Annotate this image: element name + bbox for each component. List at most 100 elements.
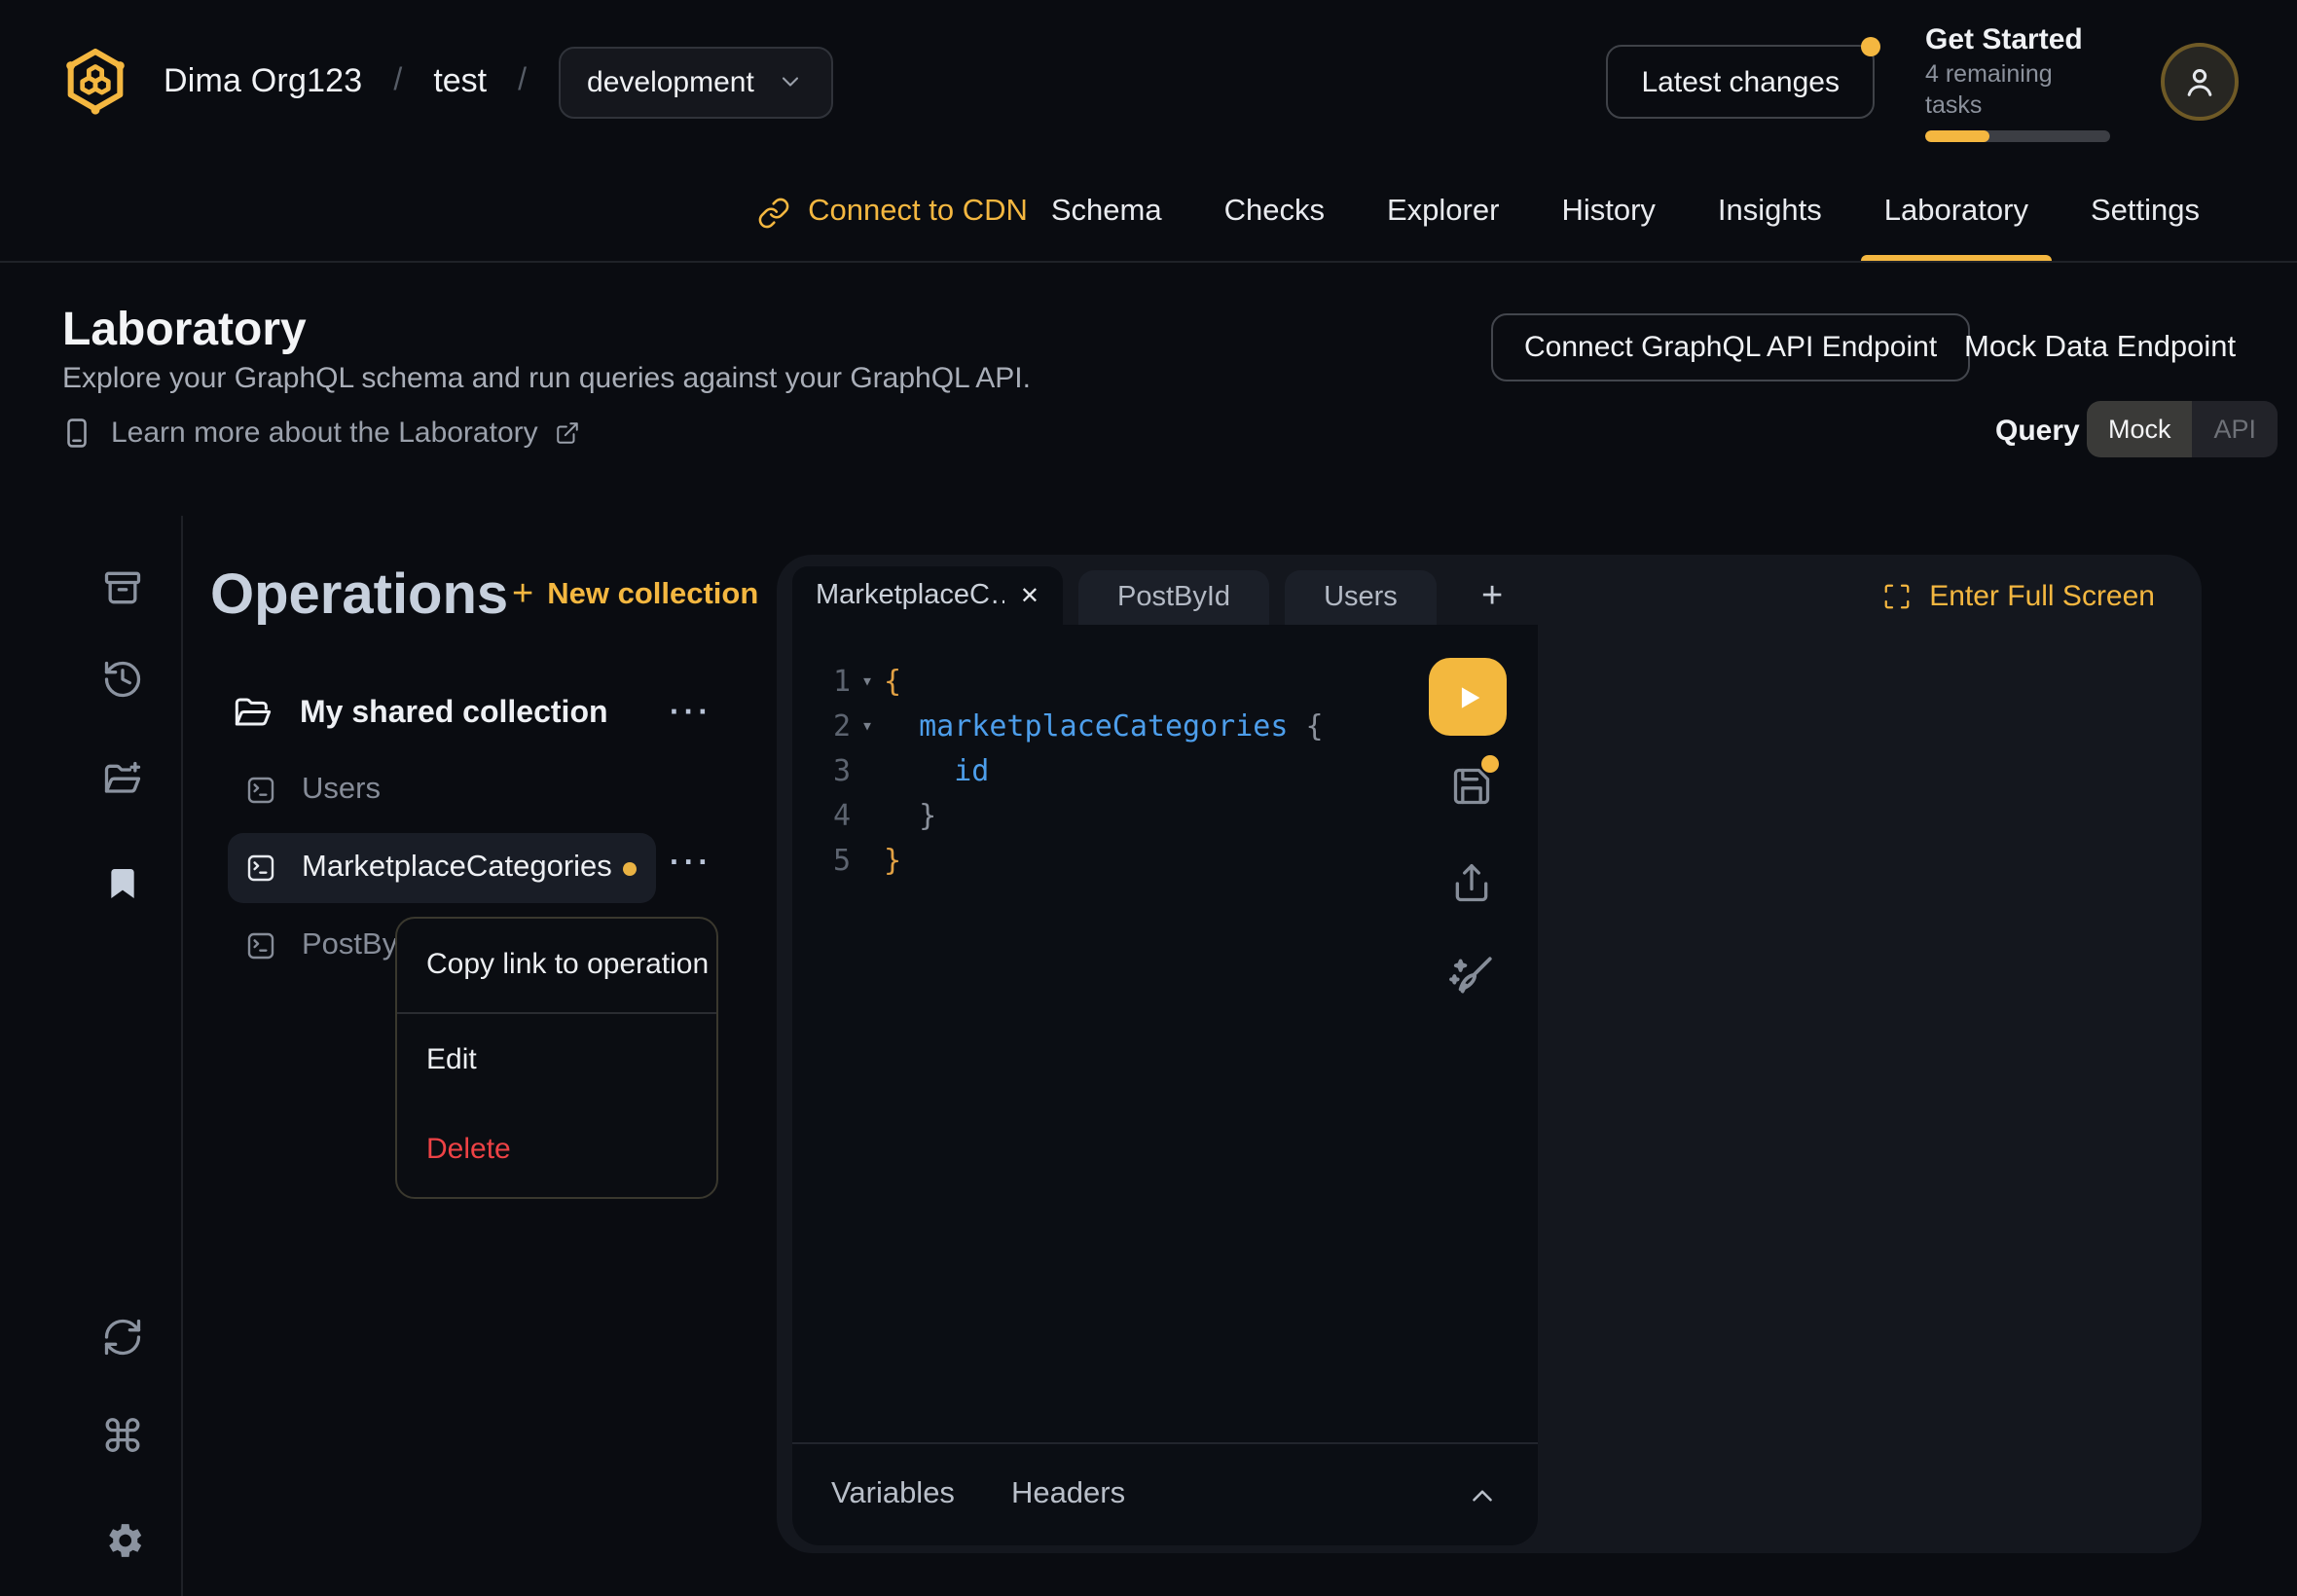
nav-tab-settings[interactable]: Settings	[2067, 163, 2223, 261]
top-bar: Dima Org123 / test / development Latest …	[0, 0, 2297, 163]
operation-more-options[interactable]: ···	[670, 843, 712, 886]
book-icon	[60, 417, 93, 450]
query-editor: 1 ▾ { 2 ▾ marketplaceCategories { 3 id 4	[792, 625, 1538, 1545]
operation-row-marketplacecategories[interactable]: MarketplaceCategories ···	[228, 833, 656, 903]
line-number: 1	[792, 660, 851, 705]
line-number: 4	[792, 794, 851, 839]
share-operation-button[interactable]	[1450, 862, 1493, 905]
context-menu-item[interactable]: Delete	[397, 1127, 716, 1174]
close-icon[interactable]: ✕	[1020, 582, 1039, 609]
editor-tab-postbyid[interactable]: PostById	[1078, 570, 1269, 625]
query-label: Query	[1995, 415, 2080, 448]
fullscreen-icon	[1882, 582, 1912, 611]
connect-graphql-endpoint-button[interactable]: Connect GraphQL API Endpoint	[1491, 313, 1970, 381]
plus-icon: +	[512, 576, 533, 615]
connect-to-cdn-link[interactable]: Connect to CDN	[757, 163, 1028, 261]
code-line: 1 ▾ {	[792, 660, 1538, 705]
query-mode-option[interactable]: API	[2193, 401, 2279, 457]
unsaved-changes-dot	[1481, 755, 1499, 773]
collection-header[interactable]: My shared collection	[234, 693, 608, 736]
notification-dot	[1861, 37, 1880, 56]
run-query-button[interactable]	[1429, 658, 1507, 736]
mock-data-endpoint-button[interactable]: Mock Data Endpoint	[1964, 331, 2236, 366]
prettify-icon[interactable]	[1446, 952, 1495, 1000]
code-line: 4 }	[792, 794, 1538, 839]
context-menu-item[interactable]: Edit	[397, 1037, 716, 1084]
command-shortcuts-icon[interactable]: ⌘	[99, 1415, 146, 1462]
app: Dima Org123 / test / development Latest …	[0, 0, 2297, 1596]
code-editor-area[interactable]: 1 ▾ { 2 ▾ marketplaceCategories { 3 id 4	[792, 625, 1538, 884]
get-started-title: Get Started	[1925, 22, 2110, 57]
editor-bottom-bar: Variables Headers	[792, 1442, 1538, 1545]
learn-more-link[interactable]: Learn more about the Laboratory	[60, 417, 581, 450]
hive-logo-icon[interactable]	[58, 45, 132, 119]
history-icon[interactable]	[99, 656, 146, 703]
get-started-progress	[1925, 129, 2110, 141]
target-selector-value: development	[587, 65, 754, 98]
query-mode-toggle: MockAPI	[2087, 401, 2278, 457]
code-line: 5 }	[792, 839, 1538, 884]
nav-tab-insights[interactable]: Insights	[1695, 163, 1845, 261]
folder-open-icon	[234, 695, 273, 734]
context-menu-item[interactable]: Copy link to operation	[397, 942, 716, 989]
target-selector[interactable]: development	[558, 46, 834, 118]
code-line: 2 ▾ marketplaceCategories {	[792, 705, 1538, 749]
fold-arrow-icon[interactable]	[851, 794, 884, 839]
get-started-progress-fill	[1925, 129, 1990, 141]
operation-archive-icon[interactable]	[99, 564, 146, 611]
fold-arrow-icon[interactable]: ▾	[851, 660, 884, 705]
editor-bottom-tab-headers[interactable]: Headers	[1011, 1477, 1125, 1512]
line-number: 2	[792, 705, 851, 749]
editor-bottom-tab-variables[interactable]: Variables	[831, 1477, 955, 1512]
line-number: 3	[792, 749, 851, 794]
nav-tab-schema[interactable]: Schema	[1028, 163, 1185, 261]
breadcrumb-project[interactable]: test	[433, 62, 487, 101]
unsaved-changes-dot	[623, 861, 637, 875]
new-tab-button[interactable]: +	[1481, 570, 1503, 625]
editor-tab-users[interactable]: Users	[1285, 570, 1437, 625]
get-started-widget[interactable]: Get Started 4 remaining tasks	[1925, 22, 2110, 141]
nav-tab-checks[interactable]: Checks	[1201, 163, 1348, 261]
new-collection-folder-icon[interactable]	[99, 757, 146, 804]
fold-arrow-icon[interactable]	[851, 749, 884, 794]
fold-arrow-icon[interactable]	[851, 839, 884, 884]
nav-tab-history[interactable]: History	[1538, 163, 1678, 261]
play-icon	[1451, 680, 1484, 713]
breadcrumb-separator: /	[393, 64, 402, 99]
bookmark-icon[interactable]	[99, 860, 146, 907]
enter-fullscreen-button[interactable]: Enter Full Screen	[1882, 580, 2155, 613]
page-description: Explore your GraphQL schema and run quer…	[62, 362, 1031, 395]
context-menu: Copy link to operation Edit Delete	[395, 917, 718, 1199]
settings-gear-icon[interactable]	[99, 1516, 146, 1563]
line-number: 5	[792, 839, 851, 884]
query-mode-option[interactable]: Mock	[2087, 401, 2193, 457]
context-menu-secondary-group: Edit Delete	[397, 1037, 716, 1174]
editor-tab-strip: MarketplaceC… ✕ PostById Users	[792, 566, 1437, 625]
breadcrumb-org[interactable]: Dima Org123	[164, 62, 362, 101]
refresh-icon[interactable]	[99, 1314, 146, 1360]
new-collection-button[interactable]: + New collection	[512, 576, 758, 615]
rail-divider	[181, 516, 183, 1596]
external-link-icon	[556, 420, 581, 446]
nav-tab-laboratory[interactable]: Laboratory	[1861, 163, 2052, 261]
collection-more-options[interactable]: ···	[670, 693, 712, 736]
user-avatar[interactable]	[2161, 43, 2239, 121]
breadcrumb-separator: /	[518, 64, 527, 99]
code-line: 3 id	[792, 749, 1538, 794]
chevron-up-icon[interactable]	[1466, 1478, 1499, 1511]
chevron-down-icon	[778, 68, 805, 95]
breadcrumb: Dima Org123 / test / development	[58, 45, 834, 119]
operation-row-users[interactable]: Users	[228, 755, 656, 825]
save-operation-button[interactable]	[1450, 765, 1493, 808]
get-started-subtitle: 4 remaining tasks	[1925, 57, 2110, 120]
nav-tab-explorer[interactable]: Explorer	[1364, 163, 1522, 261]
operation-terminal-icon	[245, 930, 276, 961]
person-icon	[2180, 62, 2219, 101]
editor-tab-marketplacec[interactable]: MarketplaceC… ✕	[792, 566, 1063, 625]
operation-terminal-icon	[245, 775, 276, 806]
collection-name: My shared collection	[300, 693, 608, 736]
latest-changes-button[interactable]: Latest changes	[1607, 45, 1876, 119]
context-menu-primary-group: Copy link to operation	[397, 942, 716, 989]
context-menu-divider	[397, 1012, 716, 1014]
fold-arrow-icon[interactable]: ▾	[851, 705, 884, 749]
